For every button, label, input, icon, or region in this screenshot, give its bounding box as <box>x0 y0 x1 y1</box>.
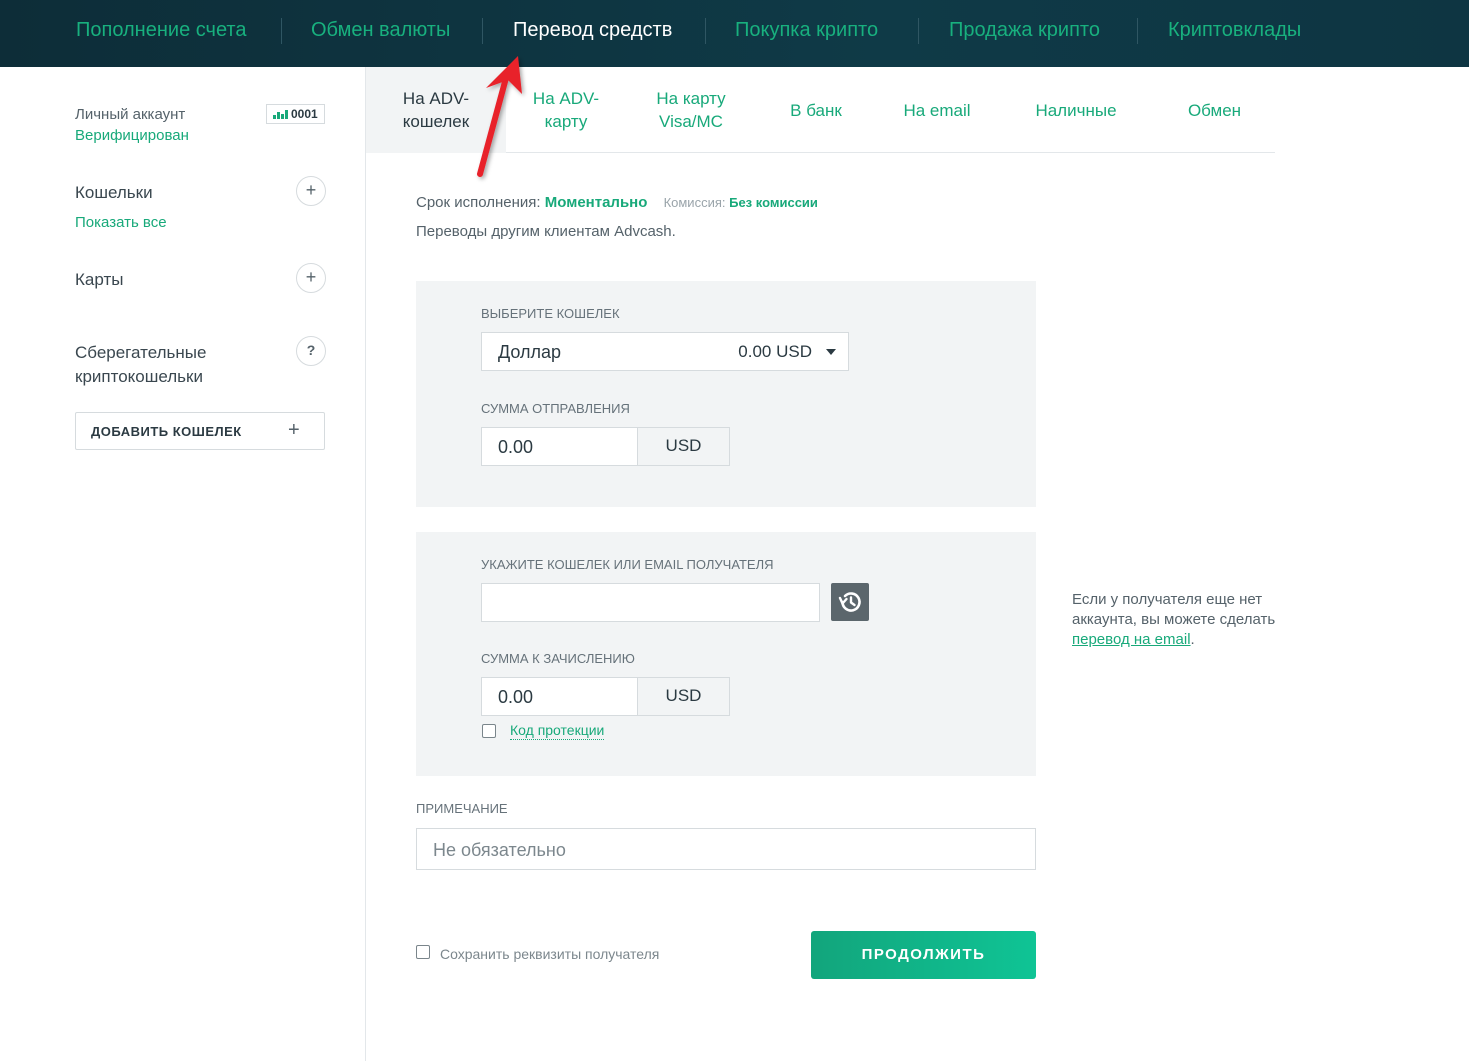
wallets-show-all-link[interactable]: Показать все <box>75 214 167 231</box>
note-placeholder: Не обязательно <box>433 840 566 860</box>
sidebar: Личный аккаунт 0001 Верифицирован Кошель… <box>0 67 366 1061</box>
history-button[interactable] <box>831 583 869 621</box>
account-number-badge[interactable]: 0001 <box>266 104 325 124</box>
chart-bars-icon <box>273 110 288 119</box>
tab-label: На email <box>903 100 971 120</box>
wallets-title: Кошельки <box>75 183 153 202</box>
term-value: Моментально <box>544 194 648 211</box>
tab-label-line1: На карту <box>656 89 726 108</box>
continue-button[interactable]: ПРОДОЛЖИТЬ <box>811 931 1036 979</box>
note-label: ПРИМЕЧАНИЕ <box>416 801 508 816</box>
send-currency: USD <box>637 427 730 466</box>
recipient-input[interactable] <box>481 583 820 622</box>
send-amount-input[interactable]: 0.00 <box>481 427 638 466</box>
wallet-select-label: ВЫБЕРИТЕ КОШЕЛЕК <box>481 306 620 321</box>
term-label: Срок исполнения: <box>416 194 541 211</box>
savings-title-line2: криптокошельки <box>75 367 203 386</box>
hint-line1: Если у получателя еще нет <box>1072 591 1263 608</box>
hint-tail: . <box>1190 631 1195 648</box>
recipient-label: УКАЖИТЕ КОШЕЛЕК ИЛИ EMAIL ПОЛУЧАТЕЛЯ <box>481 557 774 572</box>
fee-label: Комиссия: <box>663 195 726 210</box>
nav-separator <box>1137 18 1138 44</box>
account-number: 0001 <box>291 107 318 121</box>
add-wallet-button[interactable]: ДОБАВИТЬ КОШЕЛЕК + <box>75 412 325 450</box>
nav-separator <box>705 18 706 44</box>
nav-currency-exchange[interactable]: Обмен валюты <box>311 19 450 42</box>
credit-amount-value: 0.00 <box>498 687 534 707</box>
tab-label-line2: карту <box>544 112 588 131</box>
chevron-down-icon <box>826 349 836 355</box>
add-wallet-plus-icon[interactable]: + <box>296 176 326 206</box>
nav-separator <box>482 18 483 44</box>
tab-exchange[interactable]: Обмен <box>1154 67 1275 153</box>
tab-bank[interactable]: В банк <box>756 67 876 153</box>
history-icon <box>838 592 861 612</box>
nav-deposit[interactable]: Пополнение счета <box>76 19 246 42</box>
send-amount-label: СУММА ОТПРАВЛЕНИЯ <box>481 401 630 416</box>
nav-crypto-deposits[interactable]: Криптовклады <box>1168 19 1301 42</box>
add-wallet-label: ДОБАВИТЬ КОШЕЛЕК <box>91 424 242 439</box>
save-recipient-checkbox[interactable] <box>416 945 430 959</box>
note-input[interactable]: Не обязательно <box>416 828 1036 870</box>
tab-label-line2: Visa/MC <box>659 112 723 131</box>
tab-visa-mc[interactable]: На карту Visa/MC <box>626 67 756 153</box>
save-recipient-label: Сохранить реквизиты получателя <box>440 946 660 962</box>
email-transfer-link[interactable]: перевод на email <box>1072 631 1191 648</box>
email-transfer-hint: Если у получателя еще нет аккаунта, вы м… <box>1072 590 1292 650</box>
nav-transfer[interactable]: Перевод средств <box>513 19 672 42</box>
credit-amount-input[interactable]: 0.00 <box>481 677 638 716</box>
fee-value: Без комиссии <box>729 195 818 210</box>
nav-sell-crypto[interactable]: Продажа крипто <box>949 19 1100 42</box>
nav-buy-crypto[interactable]: Покупка крипто <box>735 19 878 42</box>
credit-amount-label: СУММА К ЗАЧИСЛЕНИЮ <box>481 651 635 666</box>
tab-label: Наличные <box>1035 100 1117 120</box>
transfer-description: Переводы другим клиентам Advcash. <box>416 223 676 240</box>
wallet-select[interactable]: Доллар 0.00 USD <box>481 332 849 371</box>
protection-code-checkbox[interactable] <box>482 724 496 738</box>
execution-info: Срок исполнения: Моментально Комиссия: Б… <box>416 194 818 211</box>
credit-currency: USD <box>637 677 730 716</box>
protection-code-link[interactable]: Код протекции <box>510 722 605 740</box>
red-arrow-annotation <box>477 56 522 177</box>
account-status: Верифицирован <box>75 127 189 144</box>
nav-separator <box>281 18 282 44</box>
top-navigation: Пополнение счета Обмен валюты Перевод ср… <box>0 0 1469 67</box>
send-amount-value: 0.00 <box>498 437 534 457</box>
tab-label-line1: На ADV- <box>532 89 600 108</box>
cards-title: Карты <box>75 270 124 289</box>
tab-cash[interactable]: Наличные <box>998 67 1154 153</box>
savings-title-line1: Сберегательные <box>75 343 207 362</box>
wallet-name: Доллар <box>498 342 562 362</box>
tab-label: Обмен <box>1187 100 1242 120</box>
add-card-plus-icon[interactable]: + <box>296 263 326 293</box>
tab-email[interactable]: На email <box>876 67 998 153</box>
tab-label: В банк <box>790 100 842 120</box>
savings-help-icon[interactable]: ? <box>296 336 326 366</box>
account-label: Личный аккаунт <box>75 106 186 123</box>
wallet-balance: 0.00 USD <box>738 342 812 361</box>
plus-icon: + <box>288 419 300 441</box>
hint-line2: аккаунта, вы можете сделать <box>1072 611 1276 628</box>
nav-separator <box>918 18 919 44</box>
